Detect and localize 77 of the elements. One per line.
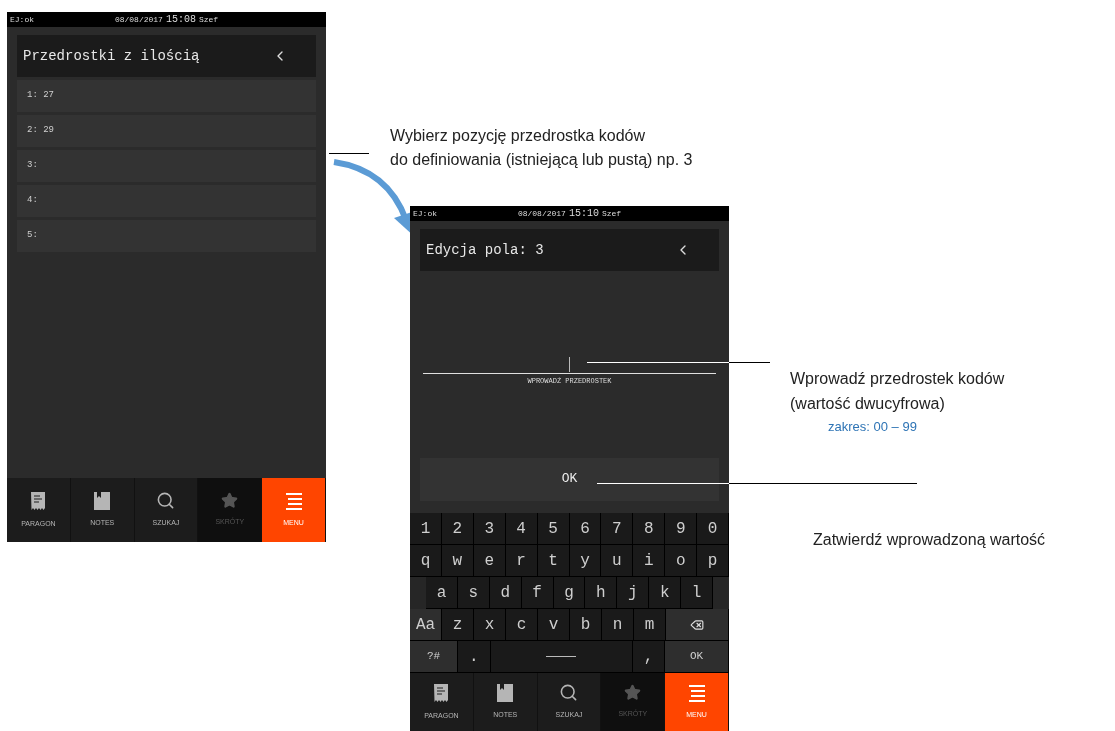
prefix-list-item[interactable]: 1: 27	[17, 80, 316, 112]
menu-icon	[687, 683, 706, 702]
date-text: 08/08/2017	[114, 13, 163, 26]
range-text: zakres: 00 – 99	[828, 418, 918, 436]
keyboard-key[interactable]: m	[634, 609, 666, 641]
annotation-text: Wybierz pozycję przedrostka kodów	[390, 126, 647, 146]
keyboard-key[interactable]: g	[553, 577, 586, 609]
keyboard-key[interactable]: ,	[632, 641, 666, 673]
user-text: Szef	[198, 13, 219, 26]
time-text: 15:08	[165, 13, 196, 27]
keyboard-key[interactable]: OK	[665, 641, 729, 673]
receipt-icon	[30, 490, 47, 511]
keyboard-key[interactable]: f	[521, 577, 554, 609]
keyboard-key[interactable]: r	[505, 545, 538, 577]
status-text: EJ:ok	[413, 207, 437, 220]
keyboard-key[interactable]: a	[426, 577, 458, 609]
keyboard-key[interactable]: 8	[633, 513, 666, 545]
keyboard-key[interactable]: q	[410, 545, 442, 577]
keyboard-key[interactable]: x	[474, 609, 506, 641]
prefix-list-item[interactable]: 3:	[17, 150, 316, 182]
keyboard-key[interactable]: 5	[537, 513, 570, 545]
prefix-list-item[interactable]: 4:	[17, 185, 316, 217]
keyboard-key[interactable]: o	[665, 545, 698, 577]
keyboard-key[interactable]: .	[458, 641, 491, 673]
keyboard-key[interactable]: 2	[441, 513, 474, 545]
keyboard-key[interactable]: j	[617, 577, 650, 609]
keyboard-key[interactable]: z	[442, 609, 474, 641]
keyboard-key[interactable]: ?#	[410, 641, 459, 673]
keyboard-key[interactable]: y	[569, 545, 602, 577]
leader-line	[329, 153, 369, 154]
search-icon	[156, 491, 176, 511]
status-text: EJ:ok	[10, 13, 34, 26]
star-icon	[624, 684, 642, 702]
keyboard-key[interactable]: 3	[473, 513, 506, 545]
keyboard-key[interactable]: l	[681, 577, 713, 609]
keyboard-key[interactable]: t	[537, 545, 570, 577]
notebook-icon	[497, 683, 514, 702]
keyboard-key[interactable]: 4	[505, 513, 538, 545]
keyboard-key[interactable]: p	[697, 545, 730, 577]
time-text: 15:10	[568, 207, 599, 221]
screen-title: Przedrostki z ilością	[23, 46, 200, 66]
keyboard-key[interactable]: s	[457, 577, 490, 609]
keyboard-key[interactable]: n	[602, 609, 634, 641]
star-icon	[221, 492, 239, 510]
keyboard-key[interactable]: e	[473, 545, 506, 577]
search-icon	[559, 683, 579, 703]
annotation-text: (wartość dwucyfrowa)	[790, 394, 946, 414]
keyboard-key[interactable]: 6	[569, 513, 602, 545]
keyboard-key[interactable]: c	[506, 609, 538, 641]
annotation-text: do definiowania (istniejącą lub pustą) np. 3	[390, 150, 693, 170]
ok-button[interactable]: OK	[420, 457, 719, 501]
date-text: 08/08/2017	[517, 207, 566, 220]
annotation-text: Zatwierdź wprowadzoną wartość	[813, 530, 1046, 550]
keyboard-key[interactable]: 0	[697, 513, 730, 545]
keyboard-key[interactable]: u	[601, 545, 634, 577]
keyboard-key[interactable]: h	[585, 577, 618, 609]
keyboard-key[interactable]: Aa	[410, 609, 442, 641]
notebook-icon	[94, 491, 111, 510]
backspace-icon	[690, 617, 704, 632]
backspace-key[interactable]	[666, 609, 729, 641]
prefix-list-item[interactable]: 5:	[17, 220, 316, 252]
keyboard-key[interactable]: i	[633, 545, 666, 577]
keyboard-key[interactable]: v	[538, 609, 570, 641]
user-text: Szef	[601, 207, 622, 220]
keyboard-key[interactable]: b	[570, 609, 602, 641]
keyboard-key[interactable]: w	[441, 545, 474, 577]
menu-icon	[284, 491, 303, 510]
keyboard-key[interactable]: k	[649, 577, 682, 609]
keyboard-key[interactable]: d	[489, 577, 522, 609]
annotation-text: Wprowadź przedrostek kodów	[790, 369, 1005, 389]
text-cursor	[569, 357, 570, 372]
screen-title: Edycja pola: 3	[426, 240, 544, 260]
keyboard-key[interactable]: 7	[601, 513, 634, 545]
receipt-icon	[433, 682, 450, 703]
keyboard-key[interactable]: 9	[665, 513, 698, 545]
prefix-list-item[interactable]: 2: 29	[17, 115, 316, 147]
keyboard-key[interactable]: 1	[410, 513, 442, 545]
